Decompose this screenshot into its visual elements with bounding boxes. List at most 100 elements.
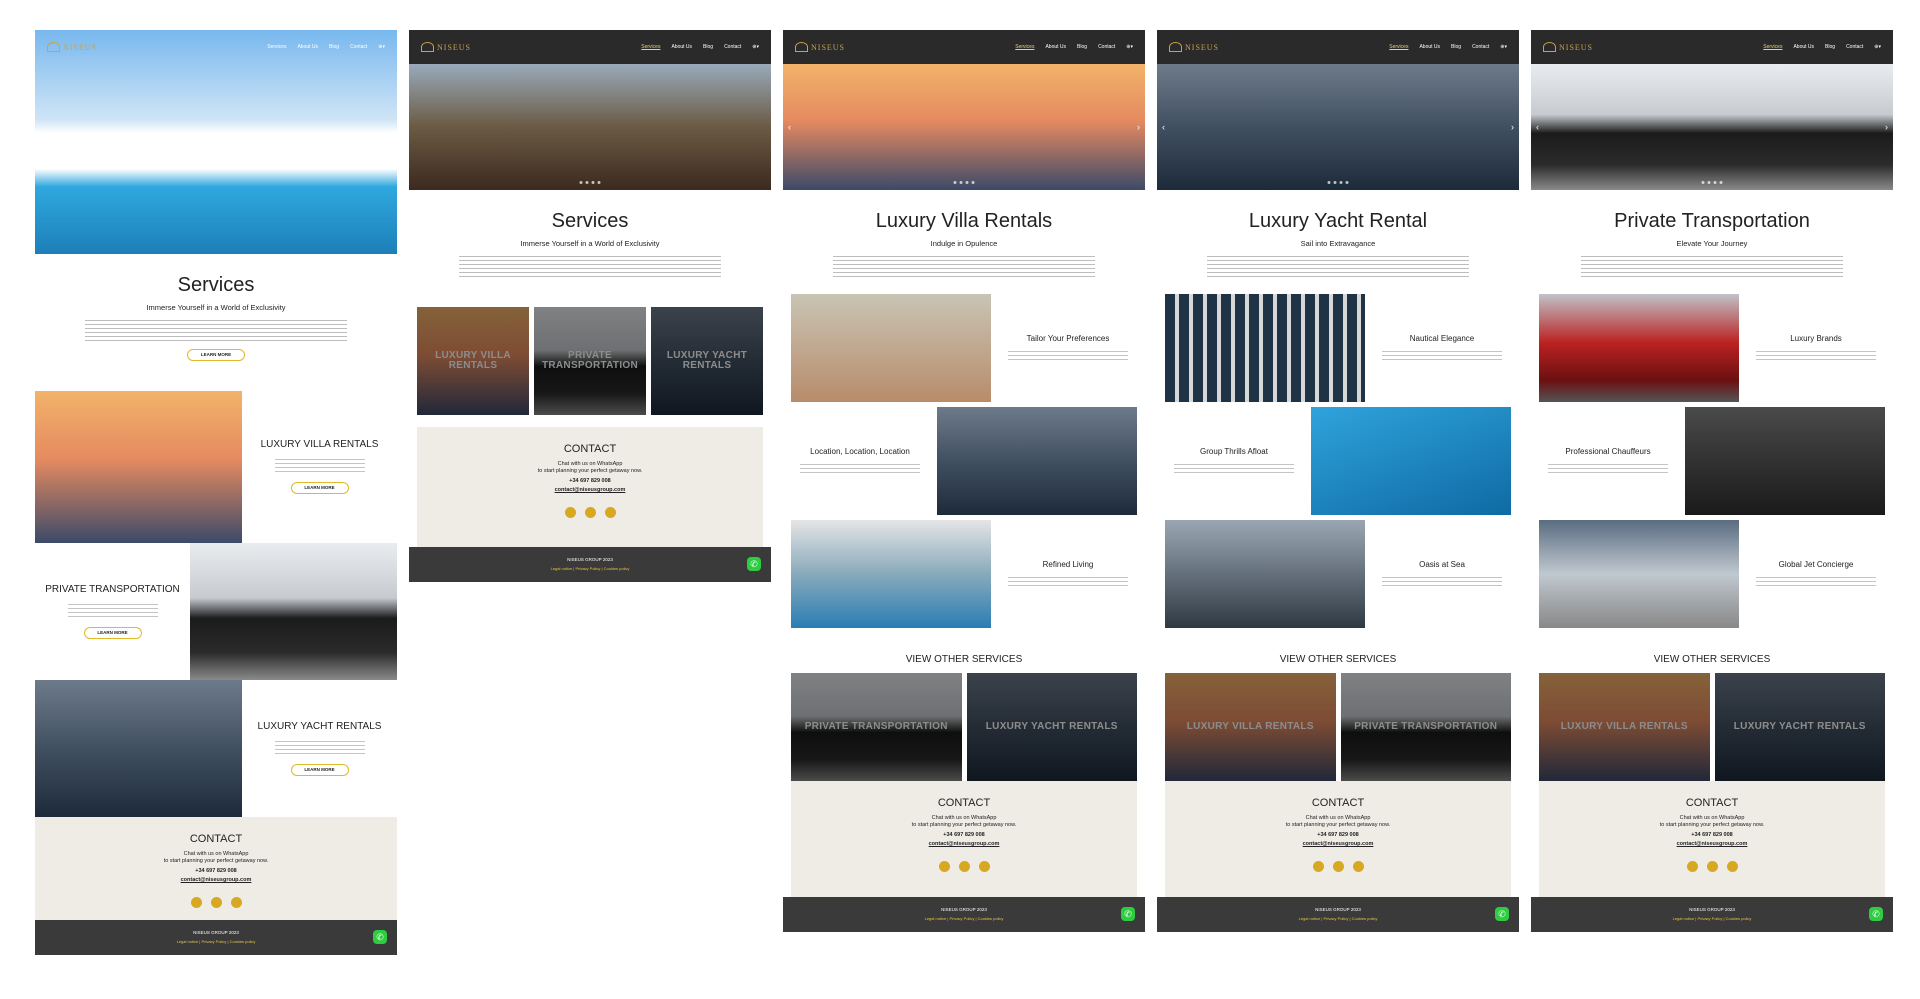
contact-section: CONTACT Chat with us on WhatsApp to star… — [1165, 781, 1511, 897]
chevron-right-icon[interactable]: › — [1885, 122, 1888, 132]
navbar: NISEUS Services About Us Blog Contact ⊕▾ — [1531, 30, 1893, 64]
whatsapp-icon[interactable]: ✆ — [1869, 907, 1883, 921]
nav-about[interactable]: About Us — [1419, 44, 1440, 50]
footer-links[interactable]: Legal notice | Privacy Policy | Cookies … — [1531, 916, 1893, 921]
card-transport[interactable]: PRIVATE TRANSPORTATION — [791, 673, 962, 781]
footer-links[interactable]: Legal notice | Privacy Policy | Cookies … — [1157, 916, 1519, 921]
facebook-icon[interactable] — [190, 897, 202, 908]
nav-blog[interactable]: Blog — [1825, 44, 1835, 50]
card-villa[interactable]: LUXURY VILLA RENTALS — [1539, 673, 1710, 781]
card-transport[interactable]: PRIVATE TRANSPORTATION — [534, 307, 646, 415]
nav-services[interactable]: Services — [267, 44, 286, 50]
email-link[interactable]: contact@niseusgroup.com — [417, 487, 763, 493]
email-link[interactable]: contact@niseusgroup.com — [1165, 841, 1511, 847]
living-room-image — [791, 520, 991, 628]
card-yacht[interactable]: LUXURY YACHT RENTALS — [1714, 673, 1885, 781]
nav-contact[interactable]: Contact — [1472, 44, 1489, 50]
car-image — [190, 543, 397, 680]
whatsapp-icon[interactable]: ✆ — [747, 557, 761, 571]
globe-icon[interactable]: ⊕▾ — [378, 44, 385, 50]
globe-icon[interactable]: ⊕▾ — [1500, 44, 1507, 50]
nav-contact[interactable]: Contact — [724, 44, 741, 50]
chevron-right-icon[interactable]: › — [1511, 122, 1514, 132]
logo[interactable]: NISEUS — [1543, 42, 1593, 52]
learn-more-button[interactable]: LEARN MORE — [290, 482, 349, 494]
email-link[interactable]: contact@niseusgroup.com — [1539, 841, 1885, 847]
facebook-icon[interactable] — [938, 861, 950, 872]
instagram-icon[interactable] — [584, 507, 596, 518]
email-link[interactable]: contact@niseusgroup.com — [791, 841, 1137, 847]
chevron-left-icon[interactable]: ‹ — [1536, 122, 1539, 132]
contact-section: CONTACT Chat with us on WhatsApp to star… — [1539, 781, 1885, 897]
card-villa[interactable]: LUXURY VILLA RENTALS — [417, 307, 529, 415]
card-yacht[interactable]: LUXURY YACHT RENTALS — [651, 307, 763, 415]
page-subtitle: Sail into Extravagance — [1300, 239, 1376, 248]
phone[interactable]: +34 697 829 008 — [791, 832, 1137, 838]
linkedin-icon[interactable] — [1352, 861, 1364, 872]
linkedin-icon[interactable] — [978, 861, 990, 872]
phone[interactable]: +34 697 829 008 — [417, 478, 763, 484]
instagram-icon[interactable] — [1332, 861, 1344, 872]
whatsapp-icon[interactable]: ✆ — [373, 930, 387, 944]
nav-contact[interactable]: Contact — [1846, 44, 1863, 50]
chevron-left-icon[interactable]: ‹ — [788, 122, 791, 132]
facebook-icon[interactable] — [564, 507, 576, 518]
nav-services[interactable]: Services — [1389, 44, 1408, 50]
nav-services[interactable]: Services — [1763, 44, 1782, 50]
feature-row: Oasis at Sea — [1157, 520, 1519, 628]
footer-links[interactable]: Legal notice | Privacy Policy | Cookies … — [783, 916, 1145, 921]
whatsapp-icon[interactable]: ✆ — [1495, 907, 1509, 921]
nav-blog[interactable]: Blog — [1077, 44, 1087, 50]
page-subtitle: Immerse Yourself in a World of Exclusivi… — [520, 239, 660, 248]
nav-about[interactable]: About Us — [671, 44, 692, 50]
nav-blog[interactable]: Blog — [1451, 44, 1461, 50]
private-jet-image — [1539, 520, 1739, 628]
page-services-overview: NISEUS Services About Us Blog Contact ⊕▾ Ser… — [409, 30, 771, 582]
chevron-left-icon[interactable]: ‹ — [1162, 122, 1165, 132]
page-subtitle: Indulge in Opulence — [930, 239, 998, 248]
linkedin-icon[interactable] — [604, 507, 616, 518]
nav-about[interactable]: About Us — [1045, 44, 1066, 50]
phone[interactable]: +34 697 829 008 — [1165, 832, 1511, 838]
phone[interactable]: +34 697 829 008 — [35, 868, 397, 874]
nav-contact[interactable]: Contact — [350, 44, 367, 50]
facebook-icon[interactable] — [1312, 861, 1324, 872]
instagram-icon[interactable] — [210, 897, 222, 908]
learn-more-button[interactable]: LEARN MORE — [187, 349, 245, 361]
learn-more-button[interactable]: LEARN MORE — [83, 626, 142, 639]
card-transport[interactable]: PRIVATE TRANSPORTATION — [1340, 673, 1511, 781]
chevron-right-icon[interactable]: › — [1137, 122, 1140, 132]
feature-row: Location, Location, Location — [783, 407, 1145, 515]
nav-about[interactable]: About Us — [297, 44, 318, 50]
footer-links[interactable]: Legal notice | Privacy Policy | Cookies … — [409, 566, 771, 571]
globe-icon[interactable]: ⊕▾ — [752, 44, 759, 50]
page-private-transportation: NISEUS Services About Us Blog Contact ⊕▾ ‹ › … — [1531, 30, 1893, 932]
linkedin-icon[interactable] — [1726, 861, 1738, 872]
instagram-icon[interactable] — [1706, 861, 1718, 872]
instagram-icon[interactable] — [958, 861, 970, 872]
globe-icon[interactable]: ⊕▾ — [1874, 44, 1881, 50]
nav-about[interactable]: About Us — [1793, 44, 1814, 50]
phone[interactable]: +34 697 829 008 — [1539, 832, 1885, 838]
page-subtitle: Elevate Your Journey — [1676, 239, 1748, 248]
logo[interactable]: NISEUS — [795, 42, 845, 52]
globe-icon[interactable]: ⊕▾ — [1126, 44, 1133, 50]
logo[interactable]: NISEUS — [47, 42, 97, 52]
view-other-heading: VIEW OTHER SERVICES — [905, 654, 1023, 665]
email-link[interactable]: contact@niseusgroup.com — [35, 877, 397, 883]
nav-blog[interactable]: Blog — [329, 44, 339, 50]
linkedin-icon[interactable] — [230, 897, 242, 908]
card-yacht[interactable]: LUXURY YACHT RENTALS — [966, 673, 1137, 781]
footer-links[interactable]: Legal notice | Privacy Policy | Cookies … — [35, 939, 397, 944]
nav-contact[interactable]: Contact — [1098, 44, 1115, 50]
card-villa[interactable]: LUXURY VILLA RENTALS — [1165, 673, 1336, 781]
nav-blog[interactable]: Blog — [703, 44, 713, 50]
learn-more-button[interactable]: LEARN MORE — [290, 763, 349, 776]
nav-services[interactable]: Services — [1015, 44, 1034, 50]
nav-services[interactable]: Services — [641, 44, 660, 50]
logo[interactable]: NISEUS — [1169, 42, 1219, 52]
whatsapp-icon[interactable]: ✆ — [1121, 907, 1135, 921]
facebook-icon[interactable] — [1686, 861, 1698, 872]
intro-text — [459, 253, 721, 277]
logo[interactable]: NISEUS — [421, 42, 471, 52]
